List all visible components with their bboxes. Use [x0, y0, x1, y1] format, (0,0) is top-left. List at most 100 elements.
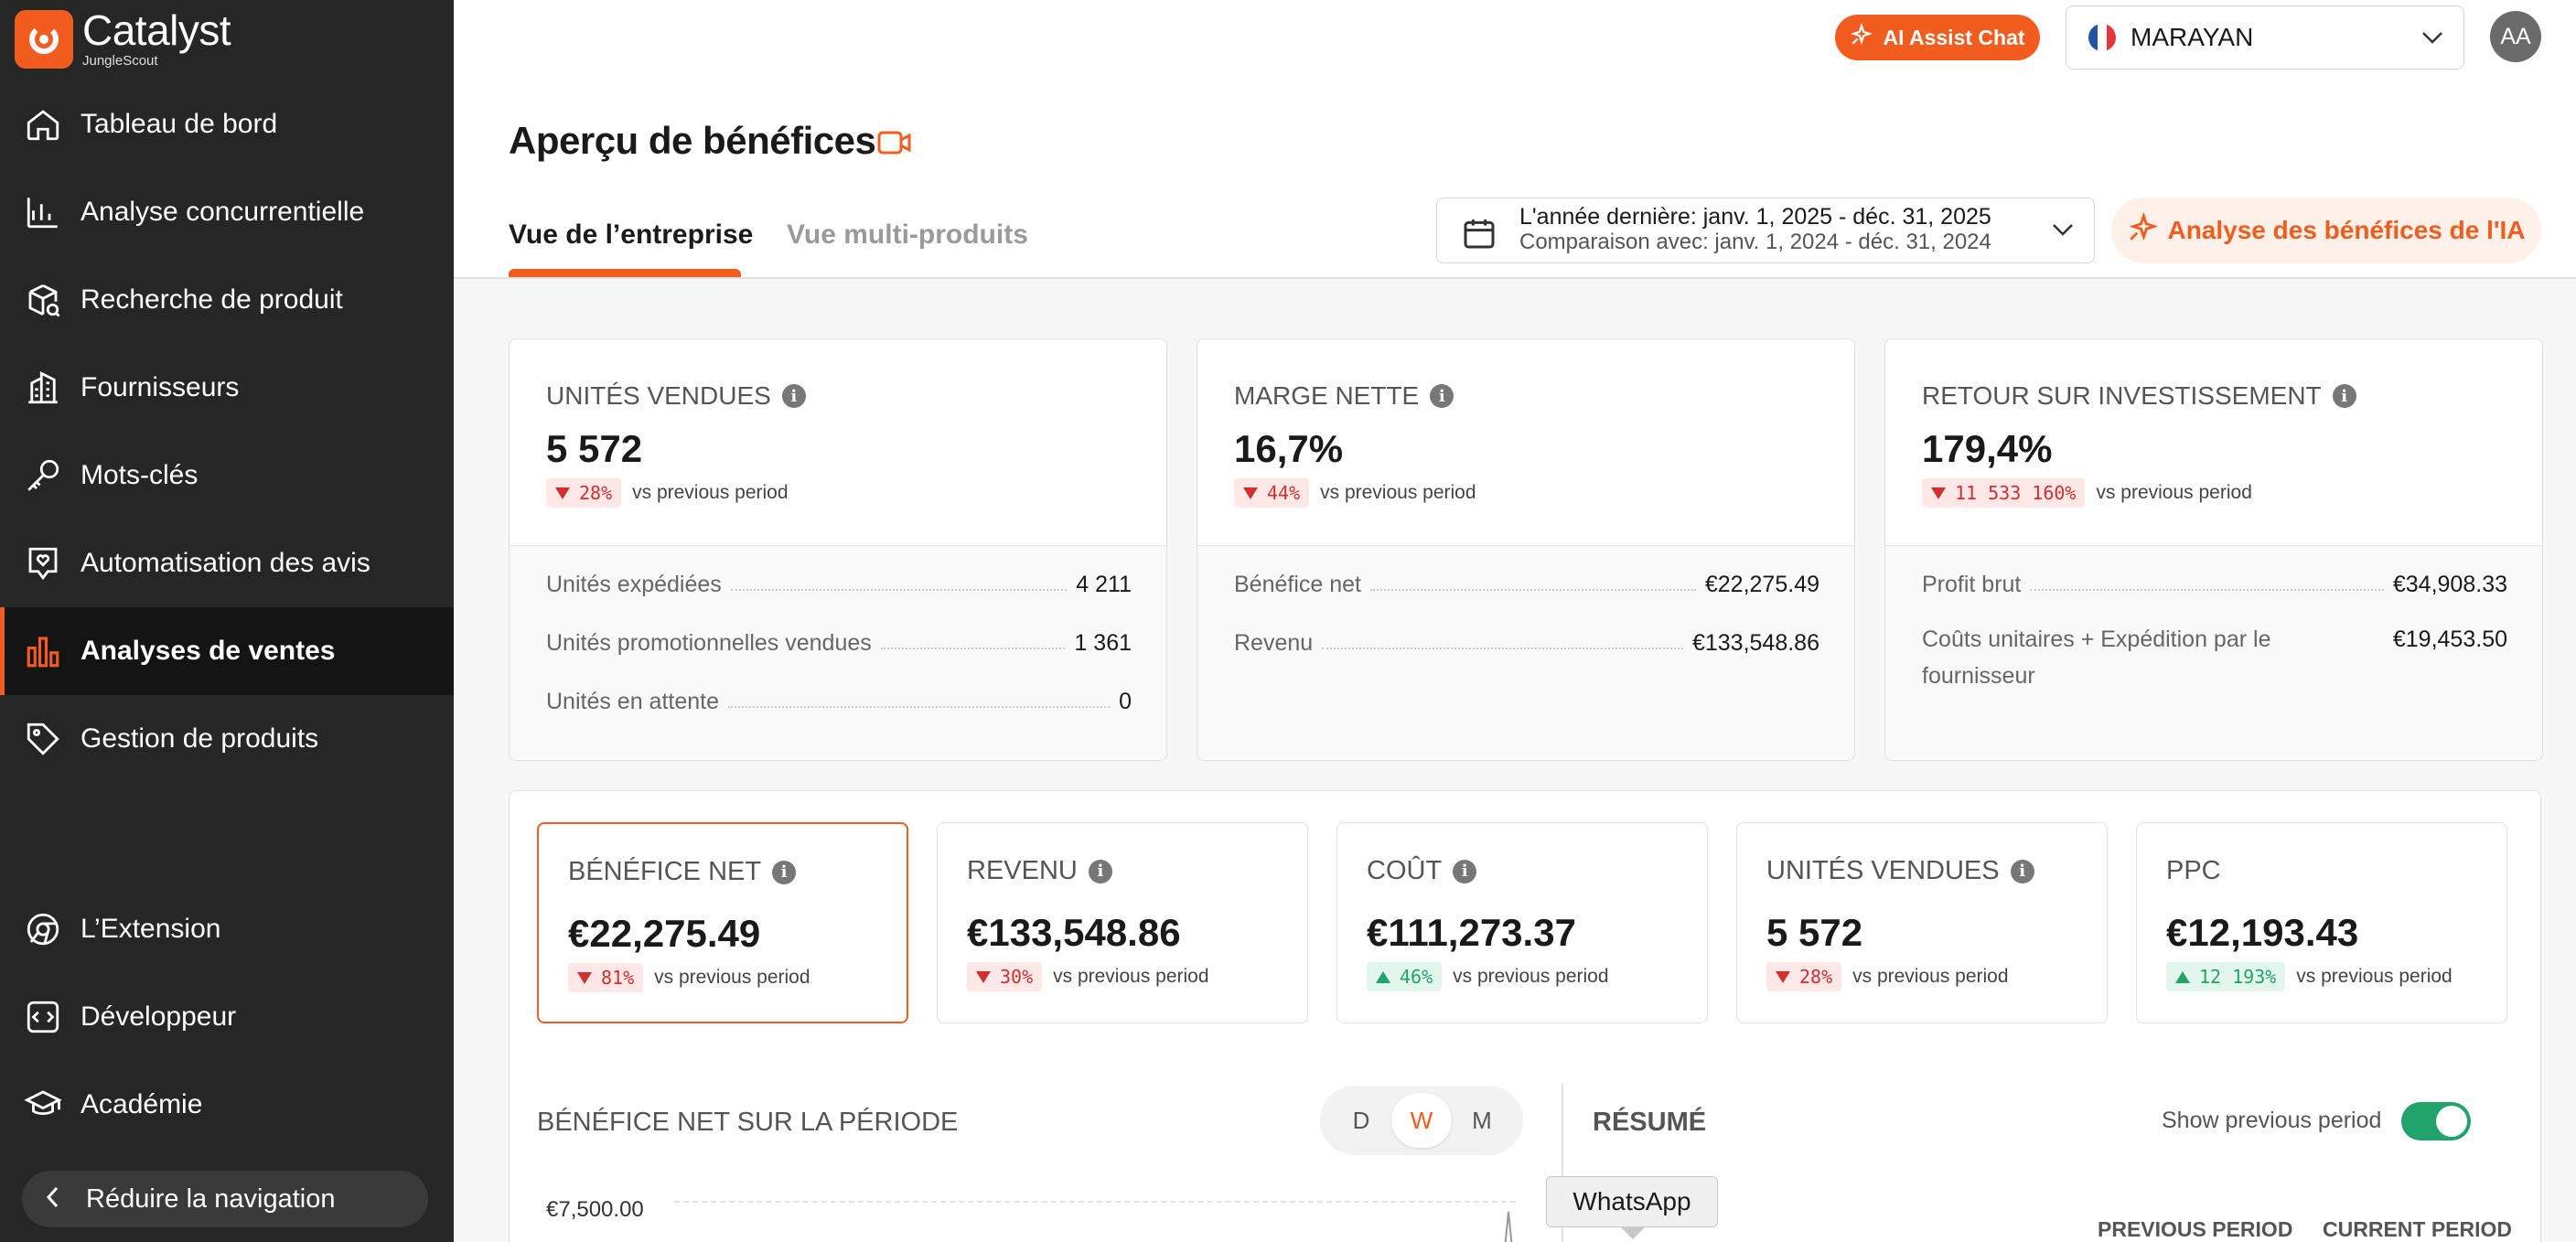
sidebar-item-mots-cles[interactable]: Mots-clés: [0, 432, 454, 519]
sidebar-item-analyses-de-ventes[interactable]: Analyses de ventes: [0, 607, 454, 695]
ai-profit-analysis-button[interactable]: Analyse des bénéfices de l'IA: [2111, 198, 2541, 263]
arrow-down-icon: [1931, 487, 1946, 499]
sidebar-item-label: Mots-clés: [80, 460, 199, 490]
kpi-row: Profit brut €34,908.33: [1922, 572, 2507, 598]
arrow-down-icon: [555, 487, 570, 499]
info-icon[interactable]: i: [1453, 859, 1477, 883]
video-icon[interactable]: [876, 128, 913, 162]
column-header-current: CURRENT PERIOD: [2323, 1217, 2513, 1241]
kpi-delta: 28% vs previous period: [546, 478, 789, 508]
sidebar-item-analyse-concurrentielle[interactable]: Analyse concurrentielle: [0, 168, 454, 256]
granularity-month-button[interactable]: M: [1452, 1093, 1512, 1148]
sidebar-item-tableau-de-bord[interactable]: Tableau de bord: [0, 80, 454, 168]
kpi-title: UNITÉS VENDUES i: [546, 381, 806, 411]
sidebar-item-label: Académie: [80, 1089, 203, 1119]
sidebar-item-label: Recherche de produit: [80, 284, 343, 315]
info-icon[interactable]: i: [2332, 384, 2356, 408]
info-icon[interactable]: i: [781, 384, 806, 408]
sidebar-item-extension[interactable]: L’Extension: [0, 885, 454, 973]
metric-delta: 28% vs previous period: [1766, 962, 2009, 991]
sales-chart-icon: [22, 630, 64, 672]
arrow-up-icon: [2175, 970, 2190, 983]
delta-badge: 81%: [568, 963, 644, 992]
row-value: €133,548.86: [1691, 630, 1819, 656]
metric-card-net-profit[interactable]: BÉNÉFICE NET i €22,275.49 81% vs previous…: [537, 822, 908, 1023]
calendar-icon: [1461, 215, 1497, 256]
grid-line: [674, 1201, 1516, 1203]
delta-badge: 30%: [967, 962, 1043, 991]
tab-vue-entreprise[interactable]: Vue de l’entreprise: [509, 219, 753, 251]
page-title: Aperçu de bénéfices: [509, 119, 876, 162]
date-range-label: L'année dernière: janv. 1, 2025 - déc. 3…: [1519, 204, 1991, 230]
chart-line: [1504, 1211, 1513, 1242]
info-icon[interactable]: i: [772, 860, 797, 884]
tab-vue-multi-produits[interactable]: Vue multi-produits: [787, 219, 1028, 251]
kpi-card-roi: RETOUR SUR INVESTISSEMENT i 179,4% 11 533…: [1884, 338, 2543, 761]
avatar[interactable]: AA: [2490, 11, 2541, 62]
metric-delta: 12 193% vs previous period: [2166, 962, 2453, 991]
vs-previous-label: vs previous period: [1320, 482, 1476, 503]
delta-value: 11 533 160%: [1955, 482, 2077, 504]
sidebar-item-academie[interactable]: Académie: [0, 1061, 454, 1149]
delta-value: 28%: [579, 482, 613, 504]
vs-previous-label: vs previous period: [632, 482, 789, 503]
delta-badge: 11 533 160%: [1922, 478, 2086, 508]
granularity-week-button[interactable]: W: [1391, 1093, 1452, 1148]
brand-name: Catalyst: [82, 6, 231, 54]
metric-title-text: PPC: [2166, 856, 2221, 885]
metric-value: €12,193.43: [2166, 911, 2359, 954]
metric-card-cost[interactable]: COÛT i €111,273.37 46% vs previous period: [1336, 822, 1708, 1023]
ai-profit-analysis-label: Analyse des bénéfices de l'IA: [2167, 216, 2526, 244]
kpi-row: Coûts unitaires + Expédition par le four…: [1922, 621, 2507, 694]
sidebar-item-automatisation-des-avis[interactable]: Automatisation des avis: [0, 519, 454, 607]
sidebar-item-developpeur[interactable]: Développeur: [0, 973, 454, 1061]
collapse-navigation-button[interactable]: Réduire la navigation: [22, 1171, 428, 1227]
sidebar-item-recherche-de-produit[interactable]: Recherche de produit: [0, 256, 454, 344]
sidebar-item-label: Analyses de ventes: [80, 636, 336, 666]
info-icon[interactable]: i: [2010, 859, 2034, 883]
sidebar-item-gestion-de-produits[interactable]: Gestion de produits: [0, 695, 454, 783]
delta-badge: 28%: [546, 478, 622, 508]
kpi-value: 16,7%: [1234, 427, 1344, 470]
metric-title: COÛT i: [1367, 856, 1477, 886]
metric-card-units-sold[interactable]: UNITÉS VENDUES i 5 572 28% vs previous pe…: [1736, 822, 2108, 1023]
code-icon: [22, 996, 64, 1038]
show-previous-period-toggle[interactable]: [2401, 1102, 2471, 1140]
collapse-navigation-label: Réduire la navigation: [86, 1183, 336, 1214]
summary-title: RÉSUMÉ: [1593, 1108, 1707, 1137]
metric-value: €133,548.86: [967, 911, 1181, 954]
metric-card-revenue[interactable]: REVENU i €133,548.86 30% vs previous peri…: [937, 822, 1308, 1023]
metric-card-ppc[interactable]: PPC €12,193.43 12 193% vs previous perio…: [2136, 822, 2507, 1023]
comparison-range-label: Comparaison avec: janv. 1, 2024 - déc. 3…: [1519, 230, 1991, 254]
metric-delta: 30% vs previous period: [967, 962, 1209, 991]
review-heart-icon: [22, 542, 64, 584]
logo[interactable]: Catalyst JungleScout: [15, 9, 231, 69]
sidebar-item-label: Gestion de produits: [80, 723, 319, 754]
info-icon[interactable]: i: [1430, 384, 1454, 408]
ai-assist-chat-button[interactable]: AI Assist Chat: [1835, 15, 2040, 60]
ai-assist-chat-label: AI Assist Chat: [1883, 25, 2025, 49]
delta-value: 30%: [1000, 966, 1034, 988]
marketplace-select[interactable]: MARAYAN: [2066, 5, 2464, 70]
sidebar-item-label: Tableau de bord: [80, 109, 278, 139]
row-value: €34,908.33: [2392, 572, 2507, 597]
arrow-down-icon: [577, 971, 592, 984]
vs-previous-label: vs previous period: [2096, 482, 2252, 503]
vs-previous-label: vs previous period: [2296, 966, 2453, 987]
sidebar-item-fournisseurs[interactable]: Fournisseurs: [0, 344, 454, 432]
info-icon[interactable]: i: [1088, 859, 1112, 883]
metric-title-text: UNITÉS VENDUES: [1766, 856, 2000, 885]
metrics-panel: BÉNÉFICE NET i €22,275.49 81% vs previous…: [509, 790, 2541, 1242]
kpi-card-units-sold: UNITÉS VENDUES i 5 572 28% vs previous pe…: [509, 338, 1167, 761]
delta-badge: 12 193%: [2166, 962, 2286, 991]
chevron-down-icon: [2420, 27, 2445, 53]
metric-value: €111,273.37: [1367, 911, 1576, 954]
metric-title: BÉNÉFICE NET i: [568, 857, 797, 887]
granularity-day-button[interactable]: D: [1331, 1093, 1391, 1148]
kpi-value: 179,4%: [1922, 427, 2053, 470]
vs-previous-label: vs previous period: [1852, 966, 2009, 987]
chevron-down-icon: [2050, 219, 2076, 245]
chevron-left-icon: [44, 1184, 62, 1215]
box-search-icon: [22, 279, 64, 321]
date-range-picker[interactable]: L'année dernière: janv. 1, 2025 - déc. 3…: [1436, 198, 2095, 263]
